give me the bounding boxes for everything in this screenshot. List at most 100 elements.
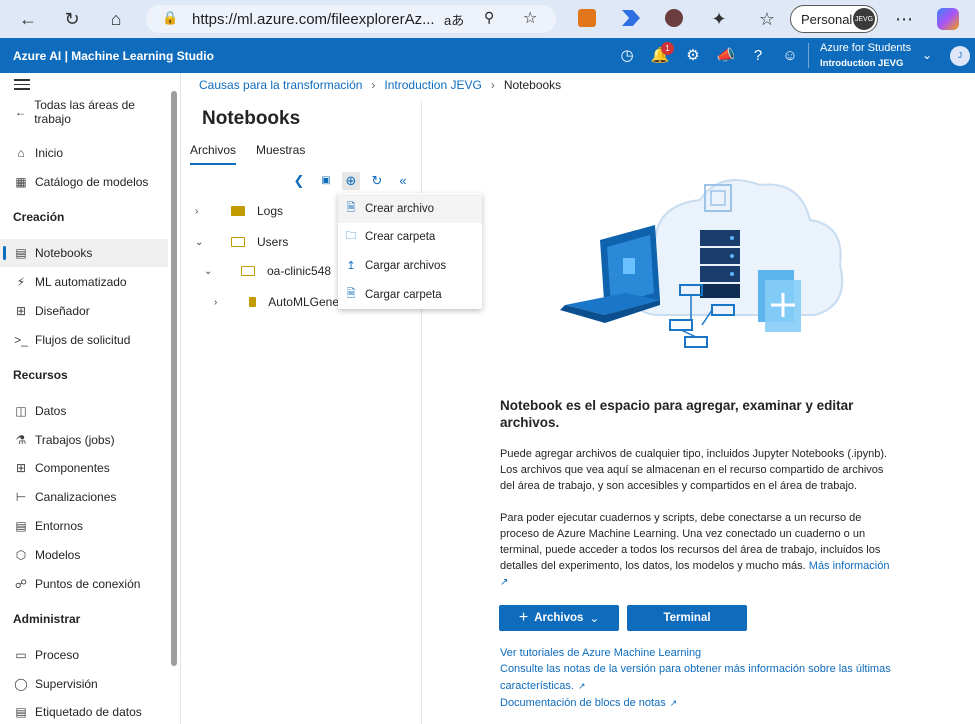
terminal-icon[interactable]: ▣ [317,172,335,190]
profile-button[interactable]: Personal JEVG [790,5,878,33]
nav-item-data[interactable]: ◫ Datos [0,397,168,425]
tree-label: AutoMLGene [268,295,339,309]
nav-label: Canalizaciones [35,490,117,504]
notebooks-docs-link-text[interactable]: Documentación de blocs de notas [500,697,666,709]
home-icon[interactable]: ⌂ [101,4,131,34]
nav-item-model-catalog[interactable]: ▦ Catálogo de modelos [0,168,168,196]
clock-icon[interactable]: ◷ [617,46,637,66]
tree-item-logs[interactable]: › Logs [195,200,283,222]
account-workspace[interactable]: Introduction JEVG [820,58,903,69]
browser-toolbar: ← ↻ ⌂ 🔒 https://ml.azure.com/fileexplore… [0,0,975,38]
help-icon[interactable]: ? [748,46,768,66]
account-avatar[interactable]: J [950,46,970,66]
chevron-down-icon: ⌄ [589,613,600,625]
more-info-link[interactable]: Más información [809,560,890,572]
nav-item-pipelines[interactable]: ⊢ Canalizaciones [0,483,168,511]
app-title[interactable]: Azure AI | Machine Learning Studio [13,49,214,63]
extension-arrow-icon[interactable] [622,10,640,26]
back-arrow-icon: ← [14,105,27,119]
add-new-icon[interactable]: ⊕ [342,172,360,190]
feedback-smiley-icon[interactable]: ☺ [780,46,800,66]
nav-label: Supervisión [35,677,98,691]
button-label: Archivos [534,612,584,624]
collapse-panel-icon[interactable]: « [394,172,412,190]
nav-item-designer[interactable]: ⊞ Diseñador [0,297,168,325]
release-notes-link[interactable]: Consulte las notas de la versión para ob… [500,663,891,675]
nav-item-home[interactable]: ⌂ Inicio [0,139,168,167]
nav-item-environments[interactable]: ▤ Entornos [0,512,168,540]
tree-item-automlgene[interactable]: › AutoMLGene [214,291,339,313]
metamask-extension-icon[interactable] [578,9,596,27]
notebooks-docs-link[interactable]: Documentación de blocs de notas ↗ [500,697,677,709]
environments-icon: ▤ [15,519,27,533]
back-arrow-icon[interactable]: ← [13,4,43,34]
menu-item-upload-folder[interactable]: 🗎 Cargar carpeta [338,280,482,309]
chevron-down-icon[interactable]: ⌄ [922,48,932,62]
files-dropdown-button[interactable]: + Archivos ⌄ [499,605,619,631]
nav-all-workspaces[interactable]: ← Todas las áreas de trabajo [0,98,168,126]
profile-label: Personal [801,11,853,27]
breadcrumb-item[interactable]: Causas para la transformación [199,78,362,92]
release-notes-link-cont[interactable]: características. ↗ [500,680,586,692]
nav-item-jobs[interactable]: ⚗ Trabajos (jobs) [0,426,168,454]
external-link-icon[interactable]: ↗ [500,577,508,588]
settings-gear-icon[interactable]: ⚙ [683,46,703,66]
favorites-icon[interactable]: ☆ [752,4,782,34]
nav-scrollbar[interactable] [171,91,177,666]
chevron-down-icon[interactable]: ⌄ [195,237,203,248]
nav-item-endpoints[interactable]: ☍ Puntos de conexión [0,570,168,598]
upload-folder-icon: 🗎 [346,288,356,300]
nav-item-monitoring[interactable]: ◯ Supervisión [0,670,168,698]
nav-item-data-labeling[interactable]: ▤ Etiquetado de datos [0,698,168,724]
nav-item-notebooks[interactable]: ▤ Notebooks [0,239,168,267]
address-bar[interactable]: 🔒 https://ml.azure.com/fileexplorerAz...… [146,5,556,33]
intro-paragraph: Puede agregar archivos de cualquier tipo… [500,448,888,492]
chevron-right-icon[interactable]: › [214,297,217,308]
external-link-icon: ↗ [669,698,678,708]
zoom-icon[interactable]: ⚲ [484,9,494,26]
hamburger-menu-icon[interactable] [14,79,30,93]
tab-muestras[interactable]: Muestras [256,143,305,157]
nav-item-compute[interactable]: ▭ Proceso [0,641,168,669]
endpoints-icon: ☍ [14,577,28,591]
tutorials-link[interactable]: Ver tutoriales de Azure Machine Learning [500,647,701,659]
breadcrumb-item[interactable]: Introduction JEVG [384,78,481,92]
new-file-icon: 🗎 [346,202,356,214]
nav-label: Puntos de conexión [35,577,141,591]
compute-paragraph: Para poder ejecutar cuadernos y scripts,… [500,510,900,591]
account-subscription[interactable]: Azure for Students [820,42,911,54]
nav-label: Datos [35,404,67,418]
left-navigation: ← Todas las áreas de trabajo ⌂ Inicio ▦ … [0,73,181,724]
chevron-right-icon[interactable]: › [195,206,198,217]
tree-item-oa-clinic548[interactable]: ⌄ oa-clinic548 [204,260,331,282]
notebook-illustration [560,179,844,348]
button-label: Terminal [663,612,711,624]
tree-item-users[interactable]: ⌄ Users [195,231,288,253]
components-icon: ⊞ [15,461,27,475]
nav-item-models[interactable]: ⬡ Modelos [0,541,168,569]
copilot-icon[interactable] [937,8,959,30]
nav-label: Notebooks [35,246,93,260]
vscode-icon[interactable]: ❮ [290,172,308,190]
nav-item-prompt-flow[interactable]: >_ Flujos de solicitud [0,326,168,354]
external-link-icon: ↗ [577,681,586,691]
release-notes-link-text[interactable]: características. [500,680,574,692]
read-aloud-icon[interactable]: aあ [444,10,464,29]
menu-item-upload-files[interactable]: ↥ Cargar archivos [338,251,482,280]
refresh-files-icon[interactable]: ↻ [368,172,386,190]
favorite-star-icon[interactable]: ☆ [523,8,537,28]
menu-item-create-folder[interactable]: 🗀 Crear carpeta [338,222,482,251]
terminal-button[interactable]: Terminal [627,605,747,631]
more-menu-icon[interactable]: ⋯ [889,4,919,34]
tab-archivos[interactable]: Archivos [190,143,237,165]
refresh-icon[interactable]: ↻ [57,4,87,34]
nav-item-components[interactable]: ⊞ Componentes [0,454,168,482]
nav-item-automl[interactable]: ⚡ ML automatizado [0,268,168,296]
upload-icon: ↥ [346,260,356,272]
extension-avatar-icon[interactable] [665,9,683,27]
menu-item-create-file[interactable]: 🗎 Crear archivo [338,194,482,223]
chevron-down-icon[interactable]: ⌄ [204,266,212,277]
extensions-puzzle-icon[interactable]: ✦ [704,4,734,34]
app-header: Azure AI | Machine Learning Studio ◷ 🔔 1… [0,38,975,73]
announcement-icon[interactable]: 📣 [716,46,736,66]
